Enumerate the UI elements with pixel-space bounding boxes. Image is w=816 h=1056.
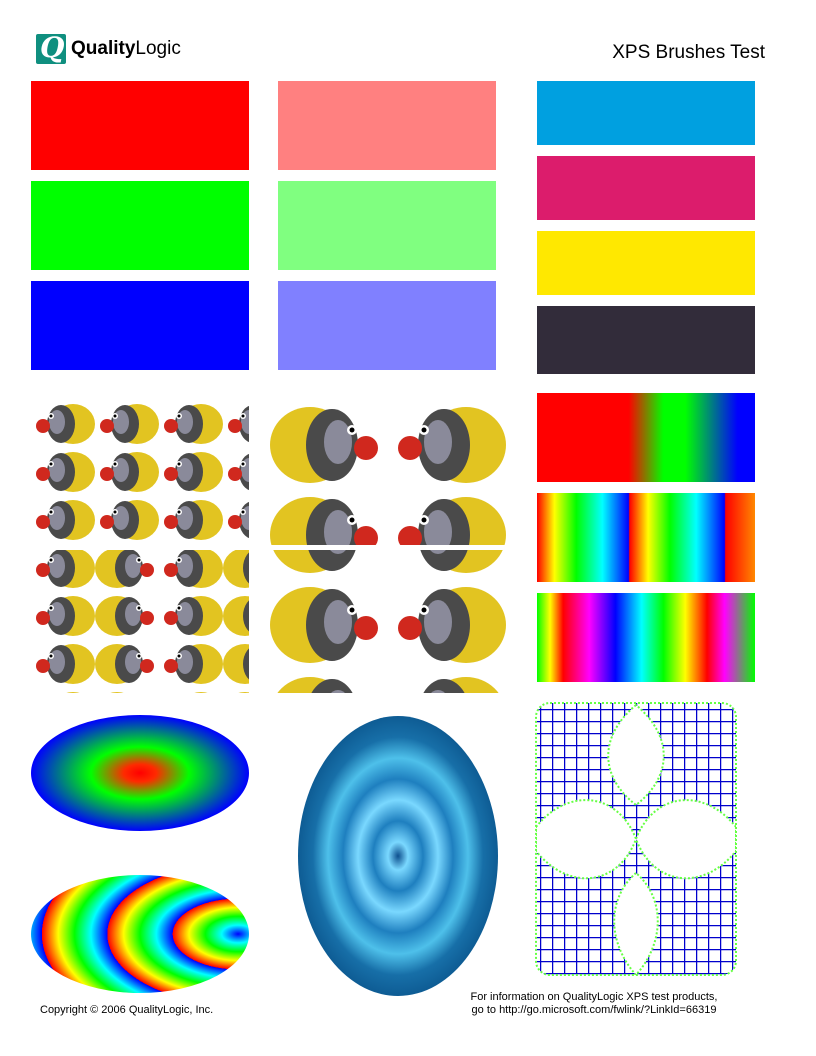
logo-text-bold: Quality: [71, 38, 136, 59]
image-brush-tile-left: [31, 400, 249, 693]
yellow-rect: [537, 231, 755, 295]
visual-brush-grid: [535, 702, 737, 976]
cyan-rect: [537, 81, 755, 145]
solid-red-rect: [31, 81, 249, 170]
linear-gradient-rgb: [537, 393, 755, 482]
logo-text: QualityLogic: [71, 38, 181, 60]
radial-gradient-ellipse-rainbow: [31, 875, 249, 993]
linear-gradient-spectrum-reflect: [537, 593, 755, 682]
image-brush-tile-right: [268, 400, 506, 693]
black-rect: [537, 306, 755, 374]
info-line-1: For information on QualityLogic XPS test…: [470, 991, 718, 1003]
magenta-rect: [537, 156, 755, 220]
radial-gradient-ellipse-blue-rings: [298, 716, 498, 996]
info-text: For information on QualityLogic XPS test…: [440, 991, 748, 1017]
radial-gradient-ellipse-rgb: [31, 715, 249, 831]
solid-blue-rect: [31, 281, 249, 370]
logo-text-light: Logic: [135, 38, 181, 59]
logo-mark-icon: Q: [36, 31, 66, 64]
light-blue-rect: [278, 281, 496, 370]
light-green-rect: [278, 181, 496, 270]
qualitylogic-logo: Q QualityLogic: [36, 31, 181, 66]
linear-gradient-spectrum-repeat: [537, 493, 755, 582]
light-red-rect: [278, 81, 496, 170]
info-line-2: go to http://go.microsoft.com/fwlink/?Li…: [471, 1004, 717, 1016]
solid-green-rect: [31, 181, 249, 270]
copyright-text: Copyright © 2006 QualityLogic, Inc.: [40, 1004, 214, 1016]
page-title: XPS Brushes Test: [612, 42, 765, 63]
